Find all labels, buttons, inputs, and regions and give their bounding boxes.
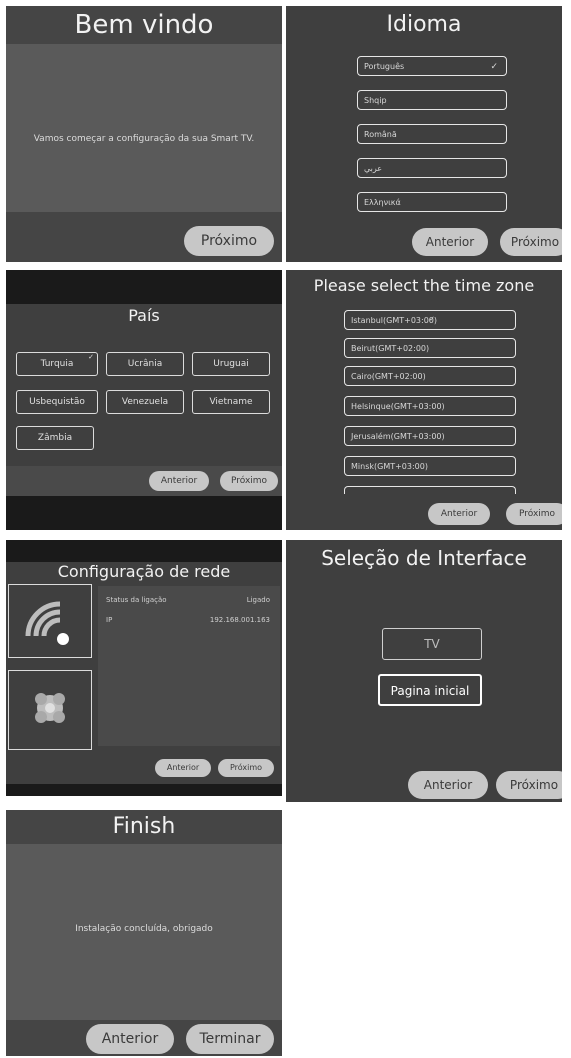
wifi-icon bbox=[25, 601, 69, 645]
language-option[interactable]: عربي bbox=[357, 158, 507, 178]
timezone-option-partial[interactable] bbox=[344, 486, 516, 494]
interface-option-home[interactable]: Pagina inicial bbox=[378, 674, 482, 706]
interface-option-tv[interactable]: TV bbox=[382, 628, 482, 660]
interface-title: Seleção de Interface bbox=[321, 546, 527, 570]
language-option[interactable]: Português ✓ bbox=[357, 56, 507, 76]
timezone-option[interactable]: Helsinque(GMT+03:00) bbox=[344, 396, 516, 416]
top-letterbox bbox=[6, 270, 282, 304]
timezone-option[interactable]: Cairo(GMT+02:00) bbox=[344, 366, 516, 386]
country-option-label: Turquia bbox=[40, 359, 74, 369]
country-option[interactable]: Vietname bbox=[192, 390, 270, 414]
bottom-letterbox bbox=[6, 784, 282, 796]
previous-button[interactable]: Anterior bbox=[86, 1024, 174, 1054]
bottom-letterbox bbox=[6, 496, 282, 530]
status-value: Ligado bbox=[246, 596, 270, 604]
finish-message: Instalação concluída, obrigado bbox=[75, 924, 213, 934]
finish-button[interactable]: Terminar bbox=[186, 1024, 274, 1054]
welcome-title: Bem vindo bbox=[74, 10, 214, 40]
language-option[interactable]: Română bbox=[357, 124, 507, 144]
interface-panel: Seleção de Interface TV Pagina inicial A… bbox=[286, 540, 562, 802]
check-icon: ✓ bbox=[490, 62, 498, 72]
country-option[interactable]: Uruguai bbox=[192, 352, 270, 376]
welcome-panel: Bem vindo Vamos começar a configuração d… bbox=[6, 6, 282, 262]
ip-value: 192.168.001.163 bbox=[209, 616, 270, 624]
ethernet-tile[interactable] bbox=[8, 670, 92, 750]
language-title: Idioma bbox=[386, 12, 462, 37]
finish-panel: Finish Instalação concluída, obrigado An… bbox=[6, 810, 282, 1056]
language-panel: Idioma Português ✓ Shqip Română عربي Ελλ… bbox=[286, 6, 562, 262]
previous-button[interactable]: Anterior bbox=[428, 503, 490, 525]
country-option[interactable]: Usbequistão bbox=[16, 390, 98, 414]
ip-label: IP bbox=[106, 616, 113, 624]
next-button[interactable]: Próximo bbox=[496, 771, 562, 799]
language-option[interactable]: Shqip bbox=[357, 90, 507, 110]
timezone-option[interactable]: Minsk(GMT+03:00) bbox=[344, 456, 516, 476]
ethernet-icon bbox=[35, 693, 65, 723]
previous-button[interactable]: Anterior bbox=[412, 228, 488, 256]
timezone-option[interactable]: Jerusalém(GMT+03:00) bbox=[344, 426, 516, 446]
timezone-panel: Please select the time zone Istanbul(GMT… bbox=[286, 270, 562, 530]
next-button[interactable]: Próximo bbox=[500, 228, 562, 256]
timezone-option-label: Istanbul(GMT+03:00) bbox=[351, 316, 437, 325]
network-title: Configuração de rede bbox=[57, 562, 231, 581]
country-panel: País Turquia ✓ Ucrânia Uruguai Usbequist… bbox=[6, 270, 282, 530]
network-panel: Configuração de rede Status da ligação L… bbox=[6, 540, 282, 796]
wifi-tile[interactable] bbox=[8, 584, 92, 658]
network-info-pane: Status da ligação Ligado IP 192.168.001.… bbox=[98, 586, 280, 746]
country-option[interactable]: Ucrânia bbox=[106, 352, 184, 376]
next-button[interactable]: Próximo bbox=[218, 759, 274, 777]
status-label: Status da ligação bbox=[106, 596, 167, 604]
language-option-label: Português bbox=[364, 62, 405, 71]
country-option[interactable]: Zâmbia bbox=[16, 426, 94, 450]
next-button[interactable]: Próximo bbox=[220, 471, 278, 491]
next-button[interactable]: Próximo bbox=[506, 503, 562, 525]
check-icon: ✓ bbox=[429, 315, 435, 323]
welcome-message: Vamos começar a configuração da sua Smar… bbox=[33, 134, 255, 144]
next-button[interactable]: Próximo bbox=[184, 226, 274, 256]
country-title: País bbox=[128, 306, 160, 325]
country-option[interactable]: Venezuela bbox=[106, 390, 184, 414]
timezone-option[interactable]: Istanbul(GMT+03:00) ✓ bbox=[344, 310, 516, 330]
previous-button[interactable]: Anterior bbox=[149, 471, 209, 491]
finish-title: Finish bbox=[112, 814, 176, 839]
top-letterbox bbox=[6, 540, 282, 562]
check-icon: ✓ bbox=[88, 353, 94, 361]
country-option[interactable]: Turquia ✓ bbox=[16, 352, 98, 376]
timezone-title: Please select the time zone bbox=[313, 276, 535, 295]
previous-button[interactable]: Anterior bbox=[408, 771, 488, 799]
timezone-option[interactable]: Beirut(GMT+02:00) bbox=[344, 338, 516, 358]
language-option[interactable]: Ελληνικά bbox=[357, 192, 507, 212]
previous-button[interactable]: Anterior bbox=[155, 759, 211, 777]
